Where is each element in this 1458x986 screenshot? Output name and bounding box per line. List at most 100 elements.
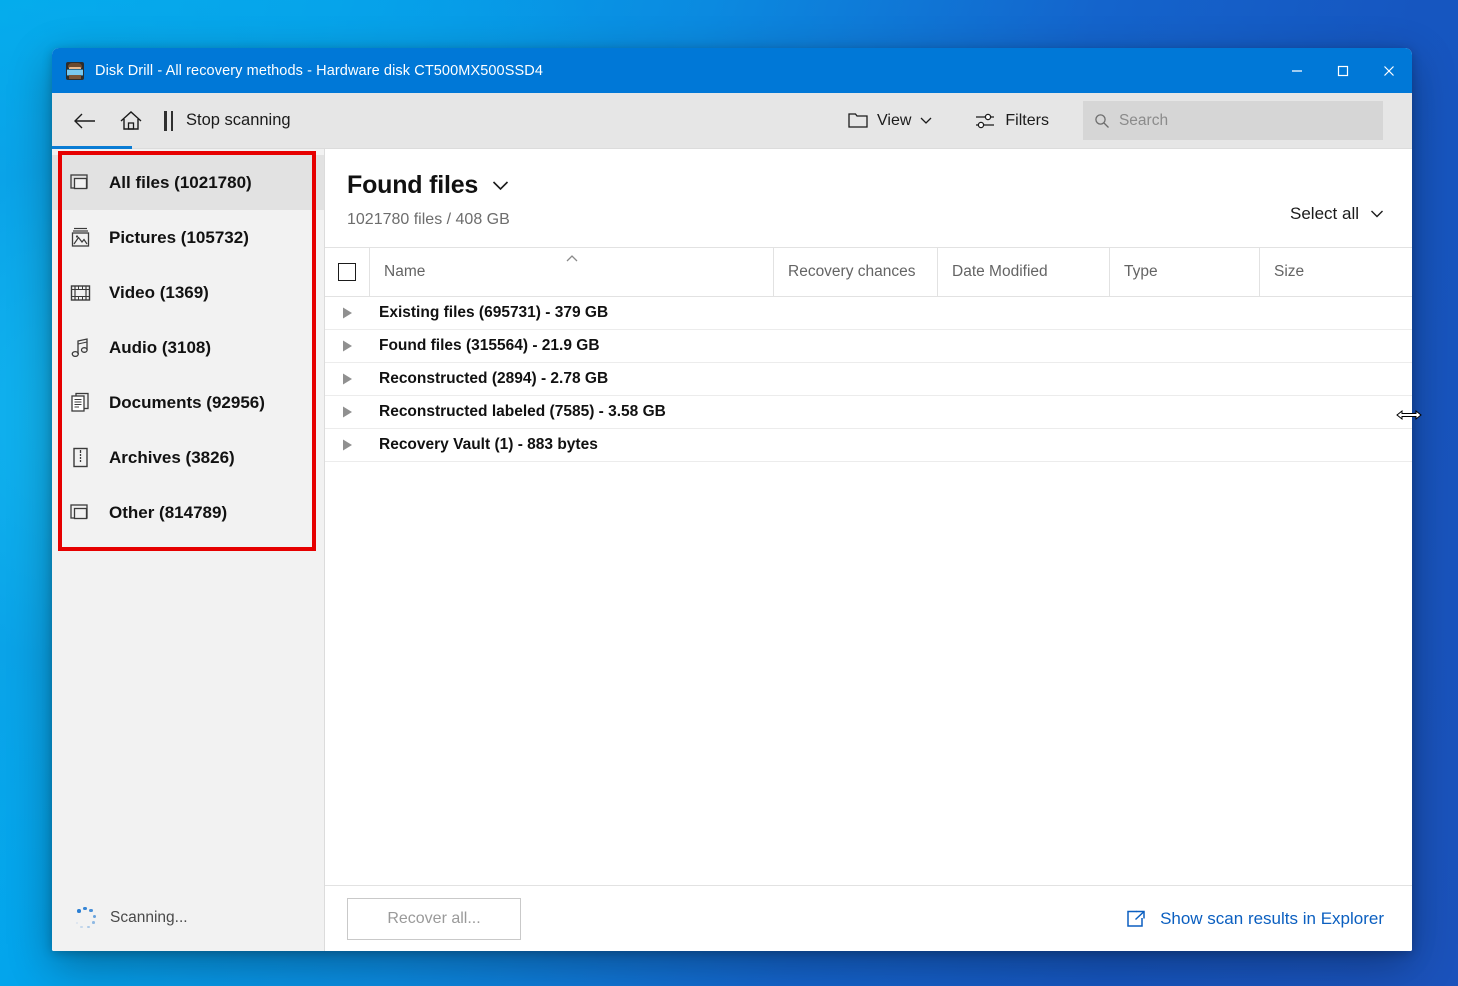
home-icon: [120, 110, 142, 130]
toolbar-right-group: View Filters Search: [838, 93, 1412, 148]
picture-icon: [70, 227, 92, 249]
main-header: Found files 1021780 files / 408 GB Selec…: [325, 149, 1412, 229]
sidebar-item-label: Video (1369): [109, 282, 209, 302]
table-header-row: Name Recovery chances Date Modified Type…: [325, 248, 1412, 297]
column-header-label: Date Modified: [952, 263, 1048, 280]
desktop-background: Disk Drill - All recovery methods - Hard…: [0, 0, 1458, 986]
expand-caret-icon[interactable]: [325, 405, 369, 419]
zip-archive-icon: [70, 447, 92, 469]
main-footer: Recover all... Show scan results in Expl…: [325, 885, 1412, 951]
found-files-dropdown[interactable]: Found files: [347, 171, 1386, 200]
row-label: Existing files (695731) - 379 GB: [379, 304, 609, 321]
window-controls: [1274, 48, 1412, 93]
sliders-icon: [976, 113, 995, 128]
sidebar-nav: All files (1021780) Pictures (105732) Vi…: [52, 149, 324, 540]
select-all-button[interactable]: Select all: [1290, 204, 1384, 224]
table-row[interactable]: Reconstructed (2894) - 2.78 GB: [325, 363, 1412, 396]
sidebar-item-label: Archives (3826): [109, 447, 235, 467]
more-options-button[interactable]: •••: [1409, 98, 1412, 144]
sidebar-item-label: Audio (3108): [109, 337, 212, 357]
disk-drill-avatar-icon: [66, 61, 84, 80]
sidebar-item-pictures[interactable]: Pictures (105732): [52, 210, 324, 265]
table-row[interactable]: Recovery Vault (1) - 883 bytes: [325, 429, 1412, 462]
window-copy-icon: [70, 172, 92, 194]
minimize-button[interactable]: [1274, 48, 1320, 93]
search-placeholder: Search: [1118, 111, 1169, 129]
row-label: Recovery Vault (1) - 883 bytes: [379, 436, 598, 453]
show-scan-results-link[interactable]: Show scan results in Explorer: [1125, 909, 1384, 929]
main-content: Found files 1021780 files / 408 GB Selec…: [325, 149, 1412, 951]
filters-label: Filters: [1005, 111, 1049, 129]
close-icon: [1384, 65, 1394, 76]
files-summary: 1021780 files / 408 GB: [347, 211, 510, 228]
sidebar-item-documents[interactable]: Documents (92956): [52, 375, 324, 430]
expand-caret-icon[interactable]: [325, 339, 369, 353]
scan-status-label: Scanning...: [110, 909, 188, 926]
title-bar[interactable]: Disk Drill - All recovery methods - Hard…: [52, 48, 1412, 93]
column-header-label: Recovery chances: [788, 263, 916, 280]
recover-all-button[interactable]: Recover all...: [347, 897, 521, 940]
chevron-down-icon: [493, 181, 509, 191]
column-header-recovery-chances[interactable]: Recovery chances: [773, 248, 937, 296]
window-copy-icon: [70, 502, 92, 524]
sidebar-item-video[interactable]: Video (1369): [52, 265, 324, 320]
column-header-type[interactable]: Type: [1109, 248, 1259, 296]
dots-spinner-icon: [72, 905, 98, 931]
folder-icon: [848, 112, 868, 128]
expand-caret-icon[interactable]: [325, 438, 369, 452]
view-button[interactable]: View: [838, 101, 942, 141]
close-button[interactable]: [1366, 48, 1412, 93]
sidebar: All files (1021780) Pictures (105732) Vi…: [52, 149, 325, 951]
select-all-checkbox[interactable]: [325, 248, 369, 296]
body-area: All files (1021780) Pictures (105732) Vi…: [52, 149, 1412, 951]
sidebar-item-other[interactable]: Other (814789): [52, 485, 324, 540]
column-header-label: Name: [384, 263, 426, 280]
table-body: Existing files (695731) - 379 GB Found f…: [325, 297, 1412, 885]
search-icon: [1095, 113, 1109, 128]
maximize-icon: [1337, 65, 1349, 76]
film-strip-icon: [70, 282, 92, 304]
stop-scanning-button[interactable]: Stop scanning: [154, 98, 301, 144]
column-header-date-modified[interactable]: Date Modified: [937, 248, 1109, 296]
view-label: View: [877, 111, 912, 129]
column-header-label: Type: [1124, 263, 1158, 280]
toolbar: Stop scanning View Filters Search: [52, 93, 1412, 149]
column-header-label: Size: [1274, 263, 1305, 280]
sidebar-item-label: Other (814789): [109, 502, 228, 522]
checkbox-box: [338, 263, 356, 281]
stop-scanning-label: Stop scanning: [186, 111, 291, 129]
open-external-icon: [1127, 910, 1145, 927]
music-note-icon: [70, 337, 92, 359]
window-title: Disk Drill - All recovery methods - Hard…: [95, 62, 543, 79]
chevron-down-icon: [920, 117, 932, 124]
table-row[interactable]: Found files (315564) - 21.9 GB: [325, 330, 1412, 363]
back-arrow-icon: [74, 113, 95, 128]
sidebar-item-audio[interactable]: Audio (3108): [52, 320, 324, 375]
maximize-button[interactable]: [1320, 48, 1366, 93]
row-label: Found files (315564) - 21.9 GB: [379, 337, 600, 354]
expand-caret-icon[interactable]: [325, 372, 369, 386]
filters-button[interactable]: Filters: [964, 101, 1059, 141]
sidebar-item-all-files[interactable]: All files (1021780): [52, 155, 324, 210]
home-button[interactable]: [108, 98, 154, 144]
table-row[interactable]: Existing files (695731) - 379 GB: [325, 297, 1412, 330]
files-table: Name Recovery chances Date Modified Type…: [325, 247, 1412, 885]
row-label: Reconstructed labeled (7585) - 3.58 GB: [379, 403, 666, 420]
sidebar-item-archives[interactable]: Archives (3826): [52, 430, 324, 485]
sidebar-item-label: All files (1021780): [109, 172, 252, 192]
pause-icon: [164, 110, 173, 131]
table-row[interactable]: Reconstructed labeled (7585) - 3.58 GB: [325, 396, 1412, 429]
column-header-name[interactable]: Name: [369, 248, 773, 296]
expand-caret-icon[interactable]: [325, 306, 369, 320]
sort-ascending-caret-icon: [566, 255, 577, 262]
row-label: Reconstructed (2894) - 2.78 GB: [379, 370, 609, 387]
select-all-label: Select all: [1290, 204, 1359, 223]
show-scan-results-label: Show scan results in Explorer: [1160, 908, 1384, 928]
disk-drill-window: Disk Drill - All recovery methods - Hard…: [52, 48, 1412, 951]
back-button[interactable]: [62, 98, 108, 144]
scan-status: Scanning...: [52, 885, 324, 951]
sidebar-item-label: Pictures (105732): [109, 227, 249, 247]
column-header-size[interactable]: Size: [1259, 248, 1412, 296]
search-input[interactable]: Search: [1082, 101, 1383, 140]
minimize-icon: [1292, 69, 1302, 72]
